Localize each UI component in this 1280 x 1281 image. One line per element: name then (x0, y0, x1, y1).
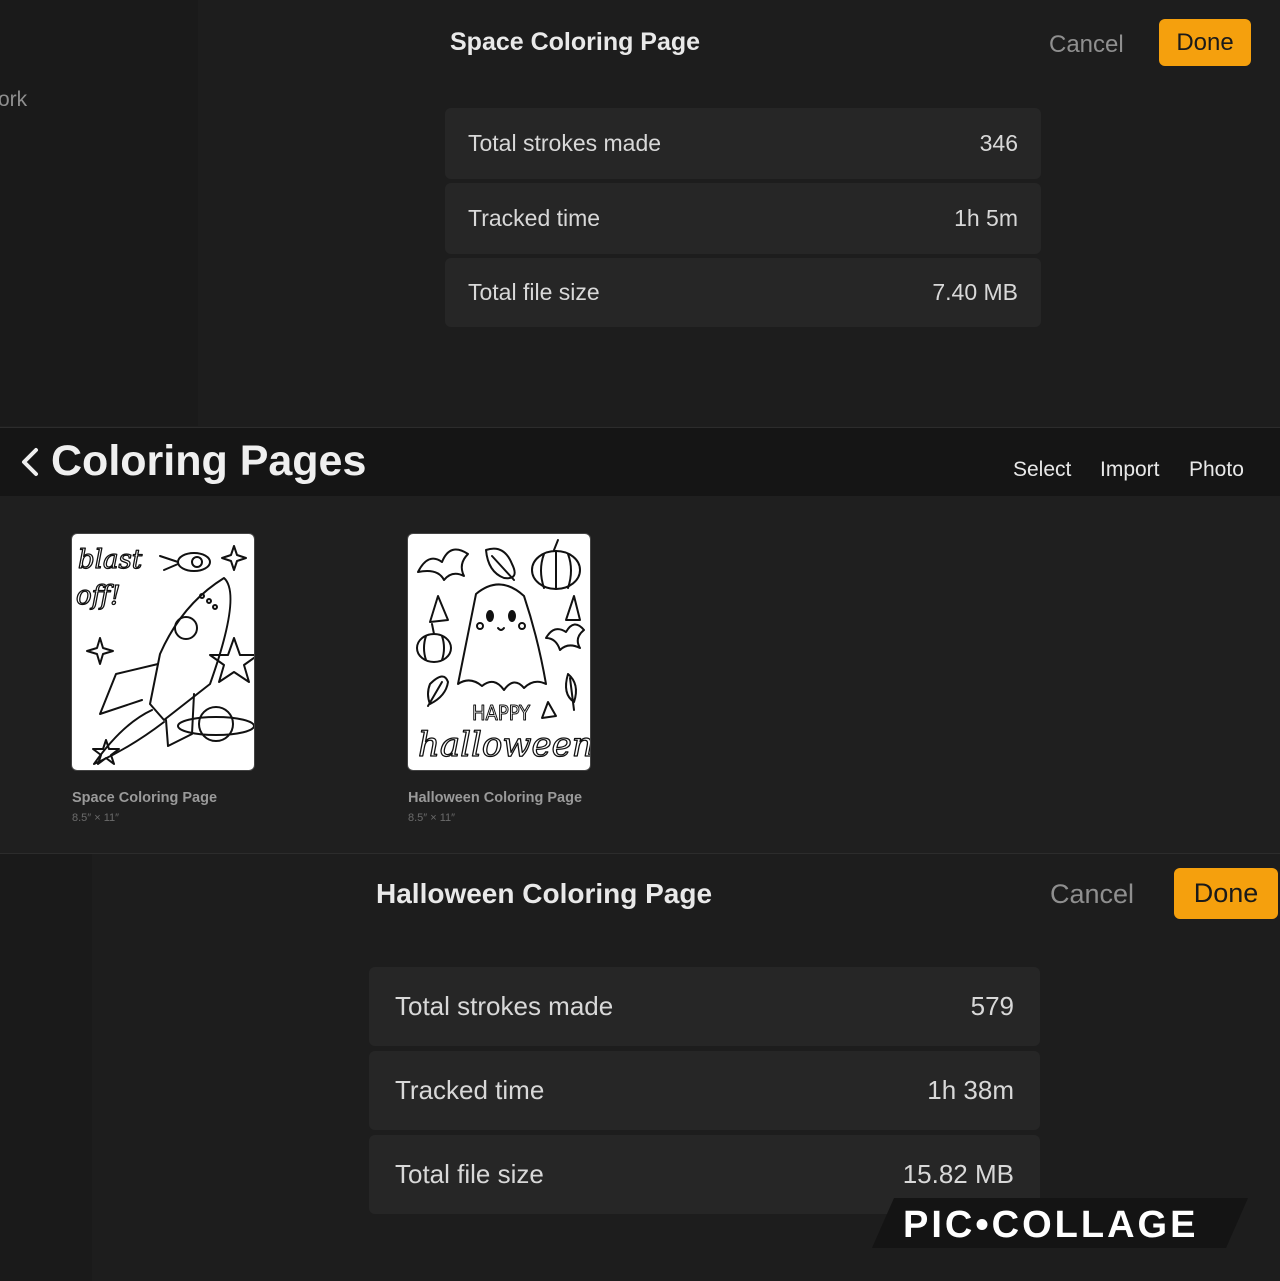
stat-row-strokes: Total strokes made 346 (445, 108, 1041, 179)
stat-value: 579 (970, 991, 1014, 1021)
cancel-button[interactable]: Cancel (1050, 879, 1134, 910)
stat-value: 1h 38m (927, 1075, 1014, 1105)
sheet-title: Space Coloring Page (450, 28, 701, 56)
stat-value: 346 (979, 130, 1018, 156)
stat-value: 7.40 MB (932, 279, 1018, 305)
stat-label: Total strokes made (395, 991, 614, 1021)
sidebar-item-label[interactable]: ork (0, 88, 27, 112)
stat-row-time: Tracked time 1h 5m (445, 183, 1041, 254)
art-text: blast (78, 545, 143, 575)
stat-label: Total strokes made (468, 130, 662, 156)
stat-value: 1h 5m (954, 205, 1018, 231)
artwork-size: 8.5″ × 11″ (72, 812, 120, 824)
artwork-title[interactable]: Space Coloring Page (72, 790, 217, 806)
gallery-header: Coloring Pages Select Import Photo (0, 428, 1280, 496)
sidebar: ork (0, 0, 198, 426)
stat-row-strokes: Total strokes made 579 (369, 967, 1040, 1046)
stat-value: 15.82 MB (902, 1159, 1014, 1189)
sidebar (0, 854, 92, 1281)
stat-label: Total file size (468, 279, 600, 305)
stat-row-time: Tracked time 1h 38m (369, 1051, 1040, 1130)
halloween-artwork-image: HAPPY halloween (416, 539, 590, 766)
artwork-size: 8.5″ × 11″ (408, 812, 456, 824)
art-text: off! (76, 581, 121, 611)
gallery-title[interactable]: Coloring Pages (51, 437, 366, 486)
gallery-view: Coloring Pages Select Import Photo blast… (0, 427, 1280, 853)
artwork-thumbnail-space[interactable]: blast off! (72, 534, 254, 770)
art-text: HAPPY (472, 701, 531, 725)
done-button[interactable]: Done (1159, 19, 1251, 66)
artwork-title[interactable]: Halloween Coloring Page (408, 790, 582, 806)
art-text: halloween (418, 725, 590, 765)
import-button[interactable]: Import (1100, 458, 1160, 482)
watermark-text: PIC•COLLAGE (903, 1204, 1199, 1246)
stat-row-filesize: Total file size 7.40 MB (445, 258, 1041, 327)
done-button[interactable]: Done (1174, 868, 1278, 919)
select-button[interactable]: Select (1013, 458, 1071, 482)
chevron-left-icon[interactable] (16, 446, 44, 478)
artwork-thumbnail-halloween[interactable]: HAPPY halloween (408, 534, 590, 770)
stat-label: Tracked time (468, 205, 601, 231)
stat-label: Total file size (395, 1159, 544, 1189)
space-details-sheet: ork Space Coloring Page Cancel Done Tota… (0, 0, 1280, 426)
photo-button[interactable]: Photo (1189, 458, 1244, 482)
stat-label: Tracked time (395, 1075, 545, 1105)
space-artwork-image: blast off! (75, 544, 254, 765)
sheet-title: Halloween Coloring Page (376, 878, 713, 909)
cancel-button[interactable]: Cancel (1049, 31, 1124, 59)
